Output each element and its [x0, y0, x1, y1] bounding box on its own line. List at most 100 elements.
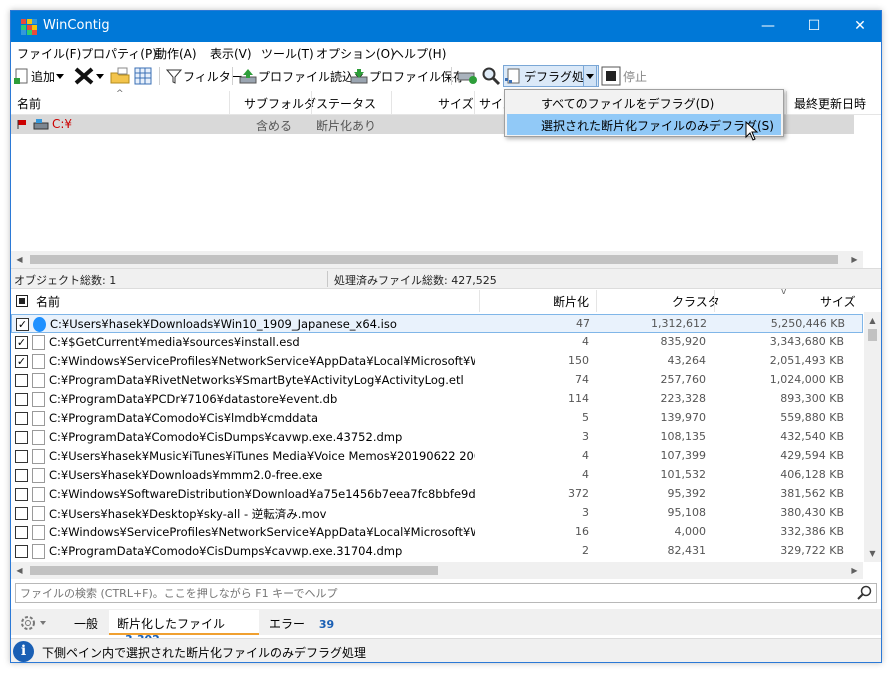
folder-button[interactable]	[109, 65, 131, 87]
scroll-thumb[interactable]	[30, 255, 838, 264]
grid-button[interactable]	[133, 65, 153, 87]
analyze-button[interactable]	[457, 65, 479, 87]
tab-general[interactable]: 一般	[68, 610, 108, 635]
menu-view[interactable]: 表示(V)	[210, 45, 252, 62]
file-path: C:¥Users¥hasek¥Downloads¥mmm2.0-free.exe	[49, 468, 323, 482]
row-checkbox[interactable]: ✓	[15, 336, 28, 349]
file-size: 1,024,000 KB	[769, 373, 844, 386]
remove-button[interactable]	[73, 65, 105, 87]
row-checkbox[interactable]	[15, 488, 28, 501]
row-checkbox[interactable]	[15, 412, 28, 425]
row-checkbox[interactable]: ✓	[15, 355, 28, 368]
file-size: 381,562 KB	[780, 487, 844, 500]
table-row[interactable]: C:¥ProgramData¥Comodo¥Cis¥lmdb¥cmddata 5 1…	[11, 409, 863, 428]
scroll-down-icon[interactable]: ▼	[864, 545, 881, 562]
filter-icon	[165, 69, 183, 84]
menu-file[interactable]: ファイル(F)	[17, 45, 81, 62]
table-row[interactable]: ✓ C:¥$GetCurrent¥media¥sources¥install.es…	[11, 333, 863, 352]
scroll-thumb[interactable]	[868, 329, 877, 341]
col-clusters[interactable]: クラスタ	[672, 293, 720, 310]
cluster-count: 4,000	[674, 525, 707, 538]
file-size: 332,386 KB	[780, 525, 844, 538]
file-size: 406,128 KB	[780, 468, 844, 481]
settings-tab[interactable]	[19, 610, 59, 635]
file-icon	[32, 373, 45, 388]
file-icon	[32, 487, 45, 502]
cluster-count: 223,328	[660, 392, 707, 405]
col-size[interactable]: サイズ	[438, 95, 474, 112]
menu-properties[interactable]: プロパティ(P)	[81, 45, 157, 62]
col-subfolder[interactable]: サブフォルダ	[244, 95, 316, 112]
table-row[interactable]: C:¥ProgramData¥RivetNetworks¥SmartByte¥A…	[11, 371, 863, 390]
menu-action[interactable]: 動作(A)	[155, 45, 197, 62]
col-name[interactable]: 名前	[17, 95, 41, 112]
row-checkbox[interactable]: ✓	[16, 318, 29, 331]
row-checkbox[interactable]	[15, 526, 28, 539]
search-analyze-button[interactable]	[481, 65, 501, 87]
table-row[interactable]: C:¥ProgramData¥Comodo¥CisDumps¥cavwp.exe…	[11, 428, 863, 447]
defrag-all-item[interactable]: すべてのファイルをデフラグ(D)	[507, 92, 781, 113]
scroll-right-icon[interactable]: ▶	[846, 562, 863, 579]
sort-asc-icon: ^	[116, 89, 124, 99]
magnifier-icon	[482, 67, 501, 86]
row-checkbox[interactable]	[15, 374, 28, 387]
title-bar: WinContig — ☐ ✕	[11, 11, 881, 42]
file-hscrollbar[interactable]: ◀ ▶	[11, 562, 863, 579]
col-status[interactable]: ステータス	[316, 95, 376, 112]
table-row[interactable]: ✓ C:¥Users¥hasek¥Downloads¥Win10_1909_Jap…	[11, 314, 863, 333]
scroll-thumb[interactable]	[30, 566, 438, 575]
remove-x-icon	[74, 67, 94, 85]
menu-options[interactable]: オプション(O)	[316, 45, 395, 62]
table-row[interactable]: C:¥Windows¥SoftwareDistribution¥Download…	[11, 485, 863, 504]
defrag-dropdown-button[interactable]	[583, 65, 597, 87]
table-row[interactable]: ✓ C:¥Windows¥ServiceProfiles¥NetworkServi…	[11, 352, 863, 371]
select-all-checkbox[interactable]	[16, 295, 28, 307]
col-file-size[interactable]: サイズ	[820, 293, 856, 310]
tab-fragmented-files[interactable]: 断片化したファイル 3,302	[109, 610, 259, 646]
col-last-modified[interactable]: 最終更新日時	[794, 95, 866, 112]
col-file-name[interactable]: 名前	[36, 293, 60, 310]
mouse-cursor-icon	[745, 121, 759, 141]
search-icon[interactable]	[857, 585, 873, 601]
defrag-selected-item[interactable]: 選択された断片化ファイルのみデフラグ(S)	[507, 114, 781, 135]
close-button[interactable]: ✕	[837, 11, 881, 42]
cluster-count: 95,108	[667, 506, 707, 519]
col-fragments[interactable]: 断片化	[553, 293, 589, 310]
menu-tools[interactable]: ツール(T)	[261, 45, 314, 62]
table-row[interactable]: C:¥Windows¥ServiceProfiles¥NetworkServic…	[11, 523, 863, 542]
table-row[interactable]: C:¥Users¥hasek¥Downloads¥mmm2.0-free.exe…	[11, 466, 863, 485]
menu-help[interactable]: ヘルプ(H)	[392, 45, 446, 62]
search-input[interactable]	[20, 585, 850, 601]
file-path: C:¥ProgramData¥Comodo¥Cis¥lmdb¥cmddata	[49, 411, 319, 425]
file-vscrollbar[interactable]: ▲ ▼	[864, 312, 881, 562]
scroll-left-icon[interactable]: ◀	[11, 251, 28, 268]
defrag-dropdown-menu: すべてのファイルをデフラグ(D) 選択された断片化ファイルのみデフラグ(S)	[504, 89, 784, 137]
row-checkbox[interactable]	[15, 507, 28, 520]
file-icon	[32, 525, 45, 540]
row-checkbox[interactable]	[15, 545, 28, 558]
row-checkbox[interactable]	[15, 450, 28, 463]
file-path: C:¥Users¥hasek¥Music¥iTunes¥iTunes Media…	[49, 449, 475, 463]
scroll-up-icon[interactable]: ▲	[864, 312, 881, 329]
profile-load-button[interactable]: プロファイル読込	[238, 65, 364, 87]
drive-name: C:¥	[52, 117, 73, 131]
table-row[interactable]: C:¥Users¥hasek¥Desktop¥sky-all - 逆転済み.mo…	[11, 504, 863, 523]
row-checkbox[interactable]	[15, 393, 28, 406]
fragment-count: 16	[575, 525, 589, 538]
scroll-right-icon[interactable]: ▶	[846, 251, 863, 268]
file-path: C:¥$GetCurrent¥media¥sources¥install.esd	[49, 335, 300, 349]
row-checkbox[interactable]	[15, 469, 28, 482]
minimize-button[interactable]: —	[745, 11, 791, 42]
tab-errors[interactable]: エラー 39	[263, 610, 338, 635]
scroll-left-icon[interactable]: ◀	[11, 562, 28, 579]
table-row[interactable]: C:¥ProgramData¥Comodo¥CisDumps¥cavwp.exe…	[11, 542, 863, 561]
maximize-button[interactable]: ☐	[791, 11, 837, 42]
table-row[interactable]: C:¥Users¥hasek¥Music¥iTunes¥iTunes Media…	[11, 447, 863, 466]
add-button[interactable]: 追加	[13, 65, 65, 87]
table-row[interactable]: C:¥ProgramData¥PCDr¥7106¥datastore¥event…	[11, 390, 863, 409]
file-list-header: 名前 断片化 クラスタ v サイズ	[11, 287, 881, 312]
top-hscrollbar[interactable]: ◀ ▶	[11, 251, 863, 268]
row-checkbox[interactable]	[15, 431, 28, 444]
stop-button[interactable]: 停止	[601, 65, 647, 87]
profile-save-button[interactable]: プロファイル保存	[349, 65, 465, 87]
